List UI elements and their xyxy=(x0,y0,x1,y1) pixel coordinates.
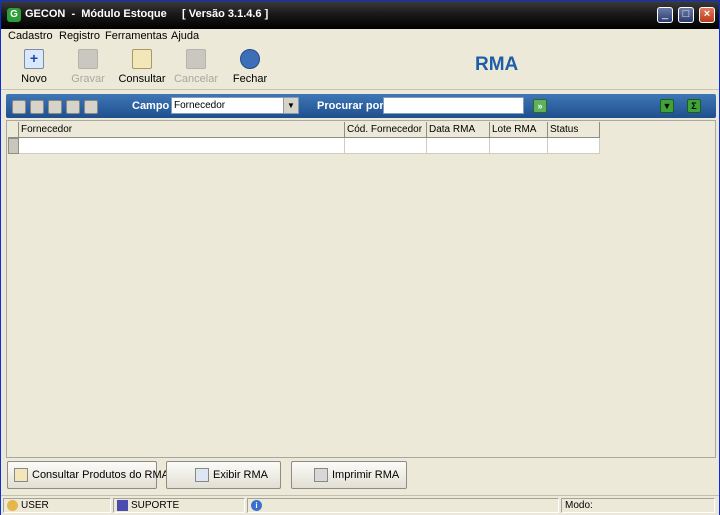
consultar-produtos-button[interactable]: Consultar Produtos do RMA xyxy=(7,461,169,489)
search-document-icon xyxy=(132,49,152,69)
rma-grid[interactable]: Fornecedor Cód. Fornecedor Data RMA Lote… xyxy=(6,120,716,458)
column-header-cod-fornecedor[interactable]: Cód. Fornecedor xyxy=(345,122,427,138)
info-icon: i xyxy=(251,500,262,511)
printer-icon xyxy=(314,468,328,482)
first-record-button[interactable] xyxy=(12,100,26,114)
menu-cadastro[interactable]: Cadastro xyxy=(8,30,53,42)
filter-icon[interactable]: ▼ xyxy=(660,99,674,113)
campo-select[interactable]: Fornecedor ▼ xyxy=(171,97,299,114)
status-user: USER xyxy=(21,500,49,511)
consultar-label: Consultar xyxy=(118,73,166,85)
gravar-button[interactable]: Gravar xyxy=(64,48,112,88)
power-icon xyxy=(240,49,260,69)
status-bar: USER SUPORTE i Modo: xyxy=(1,495,719,515)
menu-ferramentas[interactable]: Ferramentas xyxy=(105,30,167,42)
page-title: RMA xyxy=(475,54,519,75)
user-icon xyxy=(7,500,18,511)
search-bar: Campo Fornecedor ▼ Procurar por » ▼ Σ xyxy=(6,94,716,118)
menu-registro[interactable]: Registro xyxy=(59,30,100,42)
cancel-icon xyxy=(186,49,206,69)
fechar-button[interactable]: Fechar xyxy=(226,48,274,88)
next-record-button[interactable] xyxy=(48,100,62,114)
status-modo-label: Modo: xyxy=(565,500,593,511)
title-bar[interactable]: G GECON - Módulo Estoque [ Versão 3.1.4.… xyxy=(1,1,719,29)
app-logo-icon: G xyxy=(7,8,21,22)
save-icon xyxy=(78,49,98,69)
view-icon xyxy=(195,468,209,482)
consultar-button[interactable]: Consultar xyxy=(118,48,166,88)
main-window: G GECON - Módulo Estoque [ Versão 3.1.4.… xyxy=(0,0,720,515)
grid-cell[interactable] xyxy=(345,138,427,154)
search-input[interactable] xyxy=(383,97,524,114)
cancelar-button[interactable]: Cancelar xyxy=(172,48,220,88)
novo-button[interactable]: + Novo xyxy=(10,48,58,88)
new-document-icon: + xyxy=(24,49,44,69)
row-indicator[interactable] xyxy=(8,138,19,154)
cancelar-label: Cancelar xyxy=(173,73,219,85)
status-user-panel: USER xyxy=(3,498,111,513)
grid-cell[interactable] xyxy=(490,138,548,154)
campo-label: Campo xyxy=(132,100,170,112)
menu-bar: Cadastro Registro Ferramentas Ajuda xyxy=(1,29,719,45)
gravar-label: Gravar xyxy=(71,73,105,85)
novo-label: Novo xyxy=(21,73,47,85)
grid-cell[interactable] xyxy=(427,138,490,154)
fechar-label: Fechar xyxy=(232,73,268,85)
status-info-panel: i xyxy=(247,498,559,513)
status-host: SUPORTE xyxy=(131,500,180,511)
imprimir-rma-button[interactable]: Imprimir RMA xyxy=(291,461,407,489)
campo-select-value: Fornecedor xyxy=(174,100,226,111)
chevron-down-icon[interactable]: ▼ xyxy=(283,98,298,113)
exibir-rma-label: Exibir RMA xyxy=(213,469,269,481)
column-header-fornecedor[interactable]: Fornecedor xyxy=(19,122,345,138)
last-record-button[interactable] xyxy=(66,100,80,114)
column-header-data-rma[interactable]: Data RMA xyxy=(427,122,490,138)
consultar-produtos-label: Consultar Produtos do RMA xyxy=(32,469,169,481)
refresh-record-button[interactable] xyxy=(84,100,98,114)
toolbar: + Novo Gravar Consultar Cancelar Fechar xyxy=(1,45,719,90)
computer-icon xyxy=(117,500,128,511)
procurar-label: Procurar por xyxy=(317,100,384,112)
column-header-lote-rma[interactable]: Lote RMA xyxy=(490,122,548,138)
grid-cell[interactable] xyxy=(19,138,345,154)
search-document-icon xyxy=(14,468,28,482)
previous-record-button[interactable] xyxy=(30,100,44,114)
minimize-button[interactable]: _ xyxy=(657,7,673,23)
status-modo-panel: Modo: xyxy=(561,498,715,513)
grid-corner xyxy=(8,122,19,138)
imprimir-rma-label: Imprimir RMA xyxy=(332,469,400,481)
window-title: GECON - Módulo Estoque [ Versão 3.1.4.6 … xyxy=(25,8,269,20)
exibir-rma-button[interactable]: Exibir RMA xyxy=(166,461,281,489)
menu-ajuda[interactable]: Ajuda xyxy=(171,30,199,42)
sum-icon[interactable]: Σ xyxy=(687,99,701,113)
close-button[interactable]: × xyxy=(699,7,715,23)
grid-cell[interactable] xyxy=(548,138,600,154)
status-host-panel: SUPORTE xyxy=(113,498,245,513)
search-go-icon[interactable]: » xyxy=(533,99,547,113)
maximize-button[interactable]: □ xyxy=(678,7,694,23)
column-header-status[interactable]: Status xyxy=(548,122,600,138)
